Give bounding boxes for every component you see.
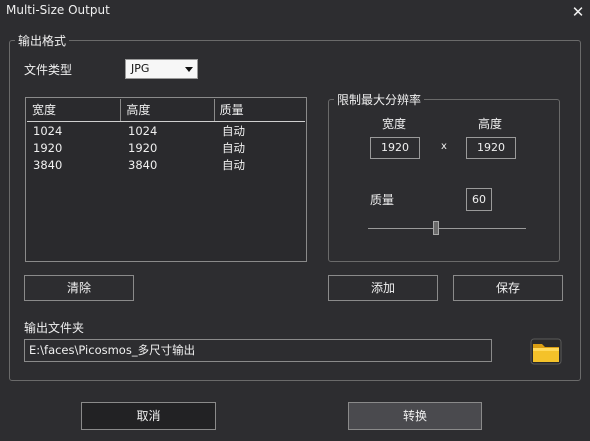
cell-width: 3840 [33,158,63,172]
save-button[interactable]: 保存 [453,275,563,301]
quality-slider-handle[interactable] [433,221,439,235]
cell-quality: 自动 [222,124,245,138]
resolution-height-label: 高度 [478,117,503,131]
output-folder-label: 输出文件夹 [24,321,85,335]
cell-width: 1024 [33,124,63,138]
add-button[interactable]: 添加 [328,275,438,301]
table-row[interactable]: 3840 3840 自动 [27,157,307,174]
resolution-separator: x [441,141,447,152]
convert-button[interactable]: 转换 [348,402,482,430]
quality-label: 质量 [370,193,395,207]
folder-icon[interactable] [529,334,563,366]
quality-input[interactable]: 60 [466,188,492,211]
quality-slider-track[interactable] [368,228,526,229]
cell-height: 1024 [128,124,158,138]
resolution-width-label: 宽度 [382,117,407,131]
close-icon[interactable]: ✕ [570,4,586,20]
table-row[interactable]: 1920 1920 自动 [27,140,307,157]
window-title: Multi-Size Output [6,3,110,17]
cancel-button[interactable]: 取消 [81,402,216,430]
file-type-value: JPG [131,62,150,75]
cell-width: 1920 [33,141,63,155]
chevron-down-icon [185,67,193,72]
output-folder-input[interactable]: E:\faces\Picosmos_多尺寸输出 [24,339,492,362]
resolution-height-input[interactable]: 1920 [466,137,516,159]
clear-button[interactable]: 清除 [24,275,134,301]
cell-height: 1920 [128,141,158,155]
cell-quality: 自动 [222,141,245,155]
file-type-label: 文件类型 [24,63,73,77]
cell-height: 3840 [128,158,158,172]
column-header-height[interactable]: 高度 [121,99,215,121]
column-header-width[interactable]: 宽度 [27,99,122,121]
column-header-quality[interactable]: 质量 [215,99,305,121]
max-resolution-group [328,99,560,262]
table-header: 宽度 高度 质量 [27,99,305,122]
cell-quality: 自动 [222,158,245,172]
output-format-legend: 输出格式 [15,32,70,49]
max-resolution-legend: 限制最大分辨率 [334,91,425,108]
file-type-select[interactable]: JPG [125,59,198,79]
table-row[interactable]: 1024 1024 自动 [27,123,307,140]
resolution-width-input[interactable]: 1920 [370,137,420,159]
size-table[interactable]: 宽度 高度 质量 1024 1024 自动 1920 1920 自动 3840 … [25,97,307,262]
